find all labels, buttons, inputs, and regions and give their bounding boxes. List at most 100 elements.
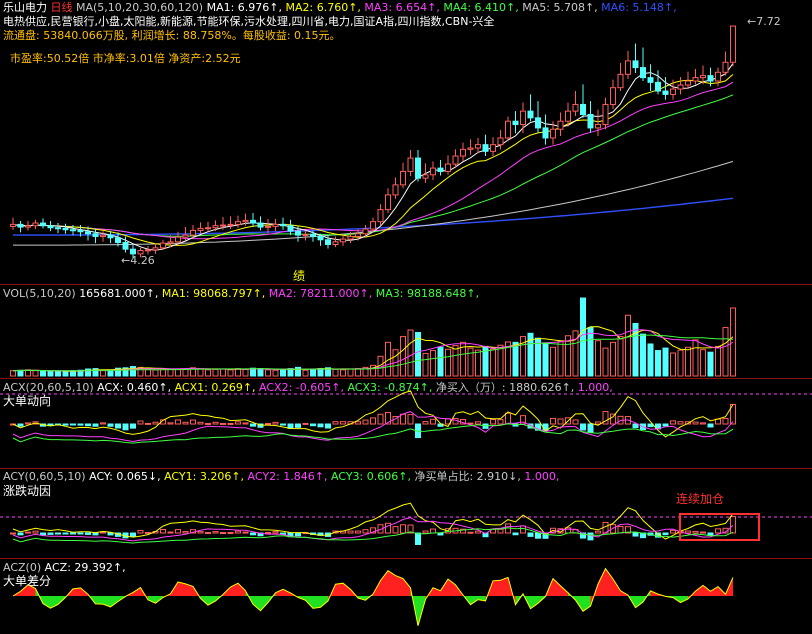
candle-body: [467, 147, 474, 150]
acy-bar: [197, 531, 204, 534]
acx-bar: [490, 419, 496, 425]
acx-bar: [557, 418, 564, 425]
candle-body: [722, 61, 729, 73]
volume-bar: [707, 351, 714, 377]
acx-value-5: 1.000,: [574, 381, 613, 394]
volume-bar: [670, 352, 676, 377]
acz-area: [710, 586, 718, 596]
acy-bar: [25, 531, 31, 534]
candle-body: [310, 233, 316, 237]
volume-bar: [557, 340, 564, 377]
candle-body: [280, 223, 286, 227]
candle-body: [100, 234, 106, 237]
acz-area: [110, 596, 118, 607]
volume-bar: [490, 348, 496, 377]
acx-header: ACX(20,60,5,10) ACX: 0.460↑, ACX1: 0.269…: [3, 381, 613, 395]
acx-bar: [422, 421, 429, 425]
acy-bar: [392, 526, 399, 534]
candle-body: [160, 242, 166, 249]
volume-bar: [242, 368, 249, 377]
header-line: 乐山电力 日线 MA(5,10,20,30,60,120) MA1: 6.976…: [3, 1, 677, 15]
volume-bar: [32, 370, 39, 377]
acy-bar: [250, 532, 256, 536]
candle-body: [167, 241, 174, 244]
acx-bar: [77, 423, 84, 426]
stock-chart[interactable]: [0, 0, 812, 634]
acx-bar: [505, 412, 511, 425]
candle-body: [520, 110, 526, 126]
acz-area: [530, 596, 538, 609]
candle-body: [550, 128, 556, 139]
acz-value-0: ACZ: 29.392↑,: [44, 561, 126, 574]
acy-bar: [220, 532, 226, 535]
acy-bar: [467, 531, 474, 534]
acy-bar: [62, 532, 69, 535]
volume-bar: [205, 369, 211, 377]
acz-area: [335, 583, 343, 596]
acz-area: [605, 568, 613, 596]
acy-bar: [235, 530, 241, 534]
acy-label: ACY(0,60,5,10): [3, 470, 86, 483]
acy-bar: [715, 528, 721, 534]
volume-bar: [302, 369, 309, 377]
candle-body: [392, 184, 399, 196]
ma-value-0: MA1: 6.976↑,: [206, 1, 282, 14]
acx-bar: [722, 417, 729, 425]
ma-label: MA(5,10,20,30,60,120): [76, 1, 204, 14]
acz-area: [253, 596, 261, 611]
low-price-value: 4.26: [130, 254, 155, 267]
volume-bar: [722, 327, 729, 377]
acx-bar: [182, 421, 189, 425]
volume-bar: [445, 348, 451, 377]
candle-body: [317, 235, 324, 241]
acy-bar: [77, 532, 84, 535]
acx-bar: [430, 418, 436, 425]
volume-bar: [212, 368, 219, 377]
acy-bar: [347, 530, 354, 534]
volume-bar: [10, 370, 16, 377]
acy-bar: [520, 525, 526, 534]
candle-body: [17, 223, 24, 228]
candle-body: [235, 221, 241, 225]
candle-body: [340, 238, 346, 243]
acx-value-0: ACX: 0.460↑,: [97, 381, 172, 394]
volume-bar: [47, 370, 54, 377]
acx-bar: [677, 421, 684, 425]
acy-bar: [587, 532, 594, 541]
volume-bar: [715, 345, 721, 377]
earnings-marker: 绩: [293, 269, 306, 283]
acy-bar: [92, 532, 99, 536]
acz-area: [313, 596, 321, 609]
volume-bar: [662, 347, 669, 377]
candle-body: [490, 144, 496, 152]
acy-bar: [17, 532, 24, 536]
acy-bar: [662, 532, 669, 536]
acx-bar: [265, 422, 271, 425]
acx-bar: [220, 422, 226, 425]
acx-bar: [17, 423, 24, 427]
volume-bar: [332, 368, 339, 377]
acx-bar: [167, 422, 174, 425]
acy-bar: [595, 530, 601, 534]
acy-value-3: ACY3: 0.606↑,: [327, 470, 411, 483]
acy-bar: [565, 527, 571, 534]
candle-body: [670, 88, 676, 95]
candle-body: [370, 221, 376, 230]
acy-bar: [400, 524, 406, 534]
acx-bar: [250, 423, 256, 427]
candle-body: [640, 67, 646, 79]
acy-bar: [280, 532, 286, 535]
acy-bar: [617, 526, 624, 534]
candle-body: [242, 219, 249, 223]
candle-body: [407, 157, 414, 172]
candle-body: [482, 144, 489, 152]
period-label[interactable]: 日线: [51, 1, 73, 14]
stock-name: 乐山电力: [3, 1, 47, 14]
candle-body: [257, 222, 264, 228]
acx-bar: [497, 419, 504, 425]
volume-bar: [467, 347, 474, 377]
acy-bar: [475, 530, 481, 534]
candle-body: [32, 222, 39, 227]
candle-body: [355, 233, 361, 237]
acx-bar: [700, 422, 706, 425]
